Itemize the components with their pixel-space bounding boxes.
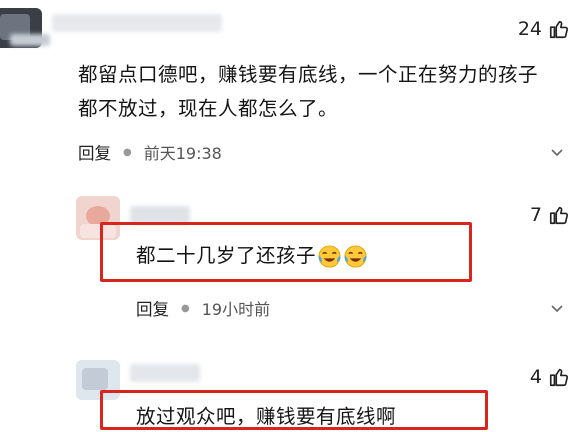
thumbs-up-icon [549, 368, 569, 387]
comment-text-line: 都留点口德吧，赚钱要有底线，一个正在努力的孩子 [78, 63, 539, 86]
reply-button[interactable]: 回复 [78, 140, 111, 164]
comment-text-line: 都二十几岁了还孩子 [136, 244, 317, 267]
timestamp: 前天19:38 [143, 144, 222, 163]
comment-text-line: 都不放过，现在人都怎么了。 [78, 97, 339, 120]
comment-meta: 回复 ● 19小时前 [136, 296, 270, 320]
like-count: 7 [529, 204, 542, 226]
comment-text: 都二十几岁了还孩子 [136, 241, 368, 271]
username-redacted [130, 364, 200, 382]
chevron-down-icon[interactable] [549, 144, 565, 160]
timestamp: 19小时前 [201, 300, 271, 319]
comment-text: 都留点口德吧，赚钱要有底线，一个正在努力的孩子 都不放过，现在人都怎么了。 [78, 58, 538, 126]
comment-text-line: 放过观众吧，赚钱要有底线啊 [136, 405, 397, 428]
comment-meta: 回复 ● 前天19:38 [78, 140, 222, 164]
like-button[interactable]: 4 [530, 366, 570, 388]
thumbs-up-icon [549, 206, 569, 225]
username-redacted [52, 14, 222, 32]
like-count: 4 [529, 366, 542, 388]
comment-text: 放过观众吧，赚钱要有底线啊 [136, 402, 396, 432]
chevron-down-icon[interactable] [549, 300, 565, 316]
username-redacted-accent [10, 34, 50, 46]
thumbs-up-icon [549, 20, 569, 39]
separator-dot: ● [123, 146, 132, 158]
reply-button[interactable]: 回复 [136, 296, 169, 320]
crying-laughing-emoji [344, 245, 367, 268]
crying-laughing-emoji [318, 245, 341, 268]
like-button[interactable]: 24 [518, 18, 570, 40]
like-button[interactable]: 7 [530, 204, 570, 226]
like-count: 24 [517, 18, 542, 40]
separator-dot: ● [181, 302, 190, 314]
